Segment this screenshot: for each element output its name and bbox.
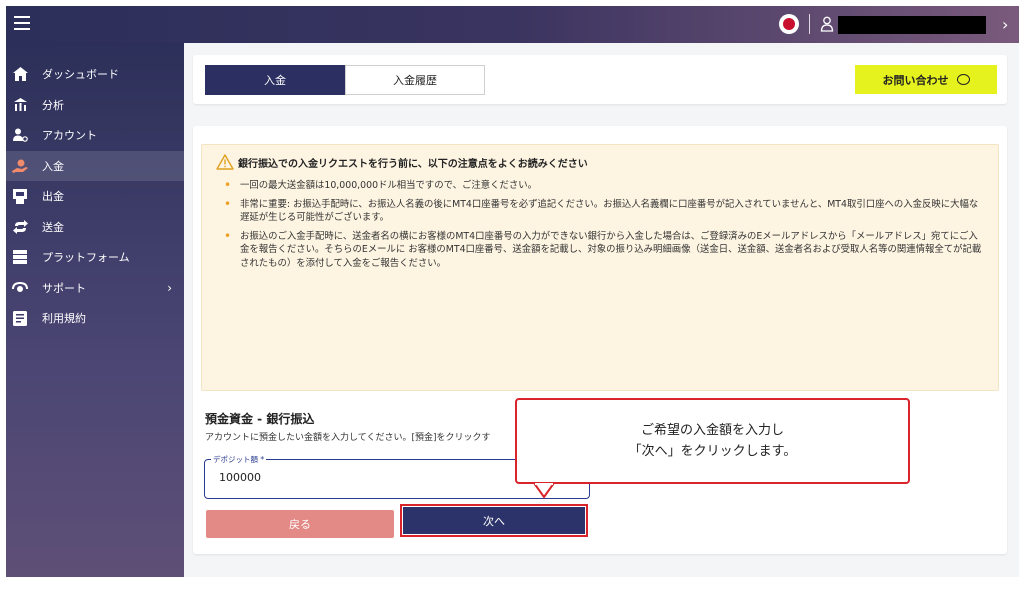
sidebar-item-label: プラットフォーム [42, 251, 130, 265]
chevron-right-icon[interactable]: › [1002, 15, 1008, 34]
account-icon [12, 127, 28, 143]
sidebar-item-label: 入金 [42, 159, 64, 173]
callout-line-2: 「次へ」をクリックします。 [628, 444, 797, 459]
sidebar-item-transfer[interactable]: 送金 [6, 212, 184, 243]
form-title: 預金資金 - 銀行振込 [205, 412, 315, 426]
home-icon [12, 66, 28, 82]
back-button[interactable]: 戻る [206, 510, 394, 538]
callout-line-1: ご希望の入金額を入力し [640, 423, 784, 438]
notice-box: 銀行振込での入金リクエストを行う前に、以下の注意点をよくお読みください 一回の最… [201, 144, 999, 391]
sidebar-item-label: 分析 [42, 98, 64, 112]
sidebar-item-label: ダッシュボード [42, 68, 119, 82]
sidebar-item-account[interactable]: アカウント [6, 120, 184, 151]
terms-icon [12, 310, 28, 326]
menu-icon[interactable] [14, 16, 30, 32]
sidebar-item-deposit[interactable]: 入金 [6, 150, 184, 181]
tab-deposit-history[interactable]: 入金履歴 [345, 65, 485, 95]
top-bar: › [6, 6, 1019, 43]
notice-list: 一回の最大送金額は10,000,000ドル相当ですので、ご注意ください。 非常に… [216, 179, 986, 275]
content-card: 銀行振込での入金リクエストを行う前に、以下の注意点をよくお読みください 一回の最… [193, 126, 1007, 554]
deposit-amount-input[interactable] [219, 471, 549, 484]
divider [809, 14, 810, 34]
sidebar-item-terms[interactable]: 利用規約 [6, 303, 184, 334]
chat-bubble-icon [956, 74, 970, 85]
analytics-icon [12, 97, 28, 113]
platform-icon [12, 249, 28, 265]
withdraw-icon [12, 188, 28, 204]
chevron-right-icon: › [167, 280, 172, 295]
sidebar-item-analytics[interactable]: 分析 [6, 90, 184, 121]
sidebar-item-dashboard[interactable]: ダッシュボード [6, 59, 184, 90]
notice-item: 非常に重要: お振込手配時に、お振込人名義の後にMT4口座番号を必ず追記ください… [216, 198, 986, 225]
sidebar-item-label: アカウント [42, 129, 97, 143]
user-name-redacted[interactable] [838, 16, 986, 34]
japan-flag-icon[interactable] [779, 14, 799, 34]
contact-button[interactable]: お問い合わせ [855, 65, 997, 94]
tab-deposit[interactable]: 入金 [205, 65, 345, 95]
user-icon[interactable] [820, 16, 834, 32]
sidebar-item-label: サポート [42, 281, 86, 295]
warning-icon [216, 154, 234, 170]
contact-button-label: お問い合わせ [882, 73, 949, 87]
notice-item: 一回の最大送金額は10,000,000ドル相当ですので、ご注意ください。 [216, 179, 986, 193]
deposit-amount-label: デポジット額 * [211, 454, 267, 465]
transfer-icon [12, 219, 28, 235]
next-button[interactable]: 次へ [403, 507, 585, 534]
support-icon [12, 280, 28, 296]
instruction-callout: ご希望の入金額を入力し 「次へ」をクリックします。 [515, 398, 910, 484]
sidebar-item-platform[interactable]: プラットフォーム [6, 242, 184, 273]
sidebar-item-support[interactable]: サポート › [6, 273, 184, 304]
notice-title: 銀行振込での入金リクエストを行う前に、以下の注意点をよくお読みください [238, 158, 588, 170]
sidebar-item-label: 送金 [42, 220, 64, 234]
form-description: アカウントに預金したい金額を入力してください。[預金]をクリックす [205, 433, 491, 443]
sidebar-item-withdraw[interactable]: 出金 [6, 181, 184, 212]
notice-header: 銀行振込での入金リクエストを行う前に、以下の注意点をよくお読みください [216, 154, 588, 170]
sidebar-item-label: 利用規約 [42, 312, 86, 326]
deposit-icon [12, 158, 28, 174]
notice-item: お振込のご入金手配時に、送金者名の横にお客様のMT4口座番号の入力ができない銀行… [216, 230, 986, 271]
tab-card: 入金 入金履歴 お問い合わせ [193, 55, 1007, 104]
sidebar: ダッシュボード 分析 アカウント 入金 出金 送金 プラットフォーム サポート … [6, 43, 184, 577]
callout-pointer [534, 483, 554, 499]
sidebar-item-label: 出金 [42, 190, 64, 204]
